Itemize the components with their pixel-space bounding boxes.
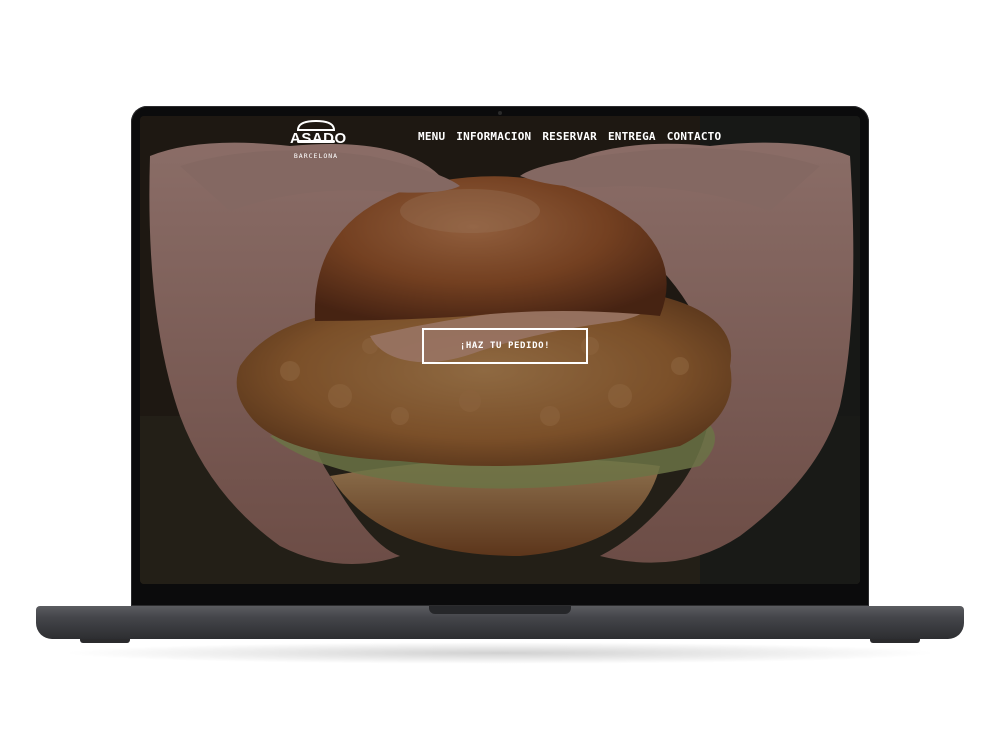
nav-item-reservar[interactable]: RESERVAR [542, 130, 597, 143]
nav-item-entrega[interactable]: ENTREGA [608, 130, 656, 143]
website-screen: ASADO BARCELONA MENU INFORMACION RESERVA… [140, 116, 860, 584]
laptop-foot-left [80, 639, 130, 643]
laptop-foot-right [870, 639, 920, 643]
main-nav: MENU INFORMACION RESERVAR ENTREGA CONTAC… [418, 130, 721, 143]
laptop-shadow [60, 642, 940, 664]
nav-item-informacion[interactable]: INFORMACION [456, 130, 531, 143]
logo-city: BARCELONA [293, 152, 339, 160]
laptop-base [36, 606, 964, 639]
order-now-button[interactable]: ¡HAZ TU PEDIDO! [422, 328, 588, 364]
nav-item-contacto[interactable]: CONTACTO [667, 130, 722, 143]
logo-name: ASADO [290, 130, 347, 147]
nav-item-menu[interactable]: MENU [418, 130, 445, 143]
laptop-notch [429, 606, 571, 614]
site-header: ASADO BARCELONA MENU INFORMACION RESERVA… [140, 116, 860, 176]
camera-icon [498, 111, 502, 115]
logo[interactable]: ASADO BARCELONA [290, 120, 347, 160]
